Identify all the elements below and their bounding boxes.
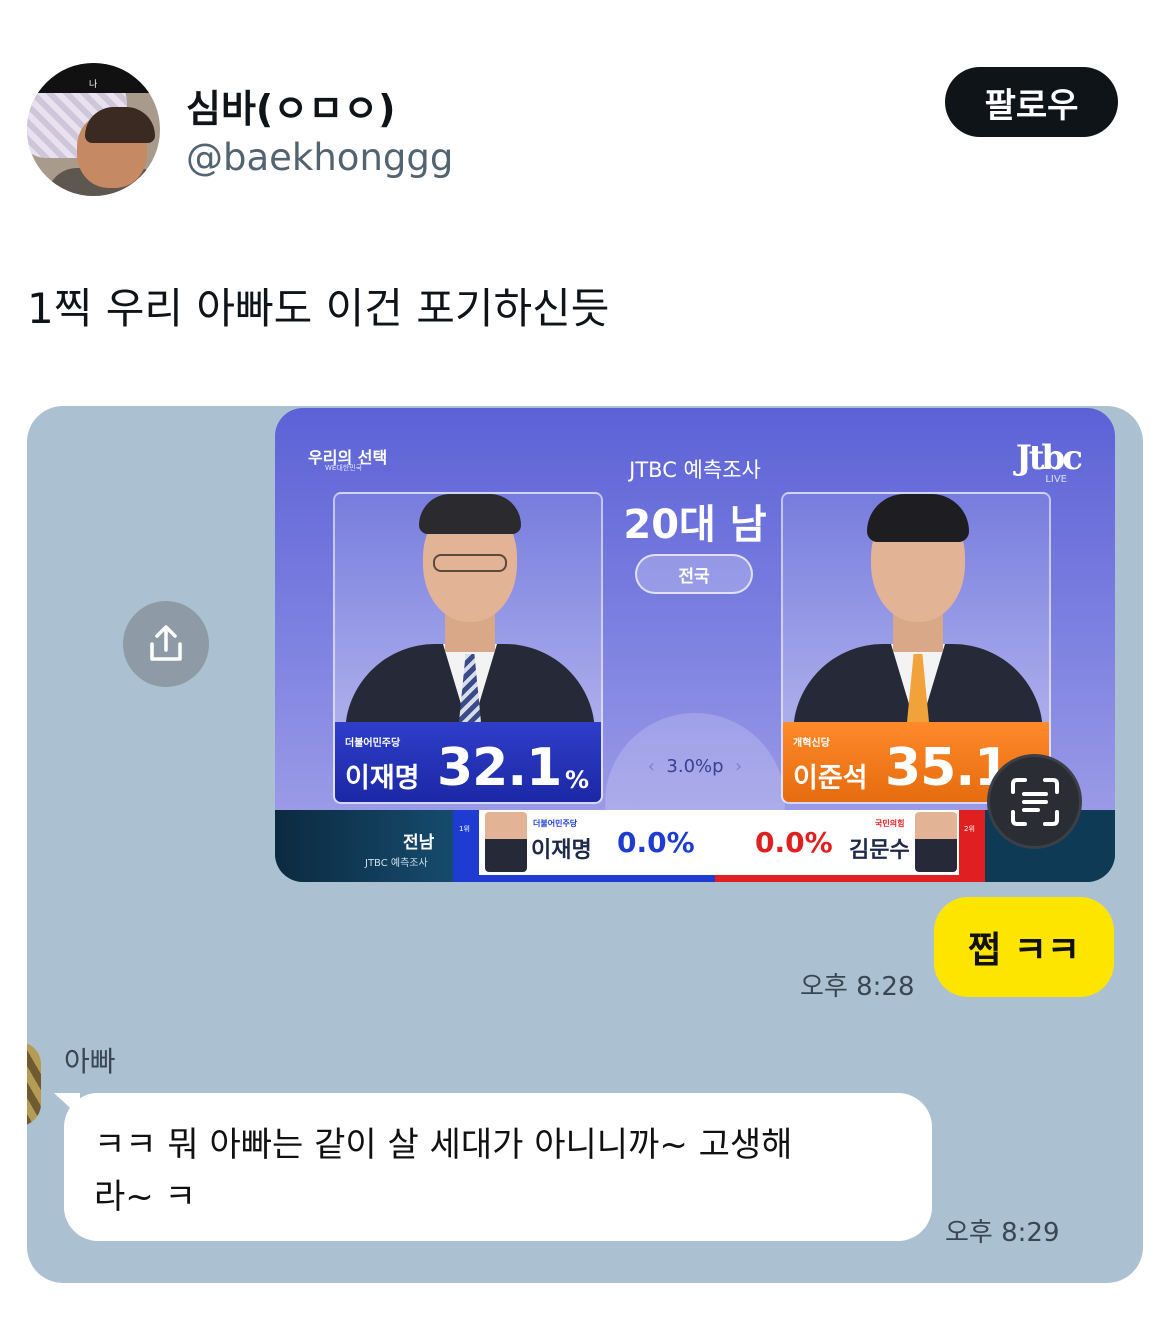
candidate-percent-unit: % — [565, 766, 590, 794]
candidate-banner-left: 더불어민주당 이재명 32.1 % — [335, 722, 601, 802]
candidate-percent: 32.1 — [437, 738, 562, 798]
results-ticker: 전남 JTBC 예측조사 1위 더불어민주당 이재명 0.0% 0.0% 국민의… — [275, 810, 1115, 882]
ticker-region: 전남 JTBC 예측조사 — [275, 810, 453, 882]
ticker-party: 더불어민주당 — [533, 819, 578, 828]
user-display-name[interactable]: 심바(ㅇㅁㅇ) — [186, 78, 396, 133]
follow-button[interactable]: 팔로우 — [945, 67, 1118, 137]
ticker-photo — [915, 812, 957, 872]
ticker-party: 국민의힘 — [875, 819, 905, 828]
region-pill: 전국 — [635, 554, 753, 594]
ticker-region-name: 전남 — [403, 833, 435, 853]
ticker-rank: 2위 — [964, 825, 975, 833]
sender-avatar — [27, 1042, 41, 1126]
user-avatar[interactable]: 나 — [27, 63, 160, 196]
ticker-candidate-right: 0.0% 국민의힘 김문수 2위 — [715, 810, 985, 882]
candidate-name: 이준석 — [793, 763, 868, 794]
scan-text-button[interactable] — [987, 754, 1082, 849]
ticker-rank: 1위 — [459, 825, 470, 833]
chat-bubble-received: ㅋㅋ 뭐 아빠는 같이 살 세대가 아니니까~ 고생해 라~ ㅋ — [64, 1093, 932, 1241]
candidate-card-right: 개혁신당 이준석 35.1 — [781, 492, 1051, 804]
scan-text-icon — [1010, 777, 1059, 826]
chat-time-mine: 오후 8:28 — [800, 972, 915, 1002]
chat-time-received: 오후 8:29 — [945, 1218, 1060, 1248]
chat-bubble-mine: 쩝 ㅋㅋ — [934, 897, 1114, 997]
ticker-region-sub: JTBC 예측조사 — [365, 858, 428, 869]
share-icon — [150, 625, 182, 661]
user-handle[interactable]: @baekhonggg — [186, 136, 453, 179]
gap-value: 3.0%p — [666, 756, 724, 777]
chat-message-line: ㅋㅋ 뭐 아빠는 같이 살 세대가 아니니까~ 고생해 — [94, 1125, 793, 1165]
chat-message-line: 라~ ㅋ — [94, 1177, 196, 1217]
ticker-photo — [485, 812, 527, 872]
sender-name: 아빠 — [64, 1045, 116, 1078]
chevron-left-icon: ‹ — [647, 756, 655, 777]
poll-title: JTBC 예측조사 — [629, 458, 761, 482]
candidate-card-left: 더불어민주당 이재명 32.1 % — [333, 492, 603, 804]
ticker-percent: 0.0% — [617, 826, 695, 859]
avatar-tag: 나 — [89, 80, 98, 90]
tweet-media-image[interactable]: 우리의 선택 WE대한민국 Jtbc LIVE JTBC 예측조사 20대 남 … — [27, 406, 1143, 1283]
ticker-candidate-left: 1위 더불어민주당 이재명 0.0% — [453, 810, 715, 882]
tweet-text: 1찍 우리 아빠도 이건 포기하신듯 — [27, 284, 610, 333]
share-button[interactable] — [123, 601, 209, 687]
ticker-percent: 0.0% — [755, 826, 833, 859]
chevron-right-icon: › — [735, 756, 743, 777]
ticker-name: 이재명 — [531, 838, 592, 863]
ticker-name: 김문수 — [849, 838, 910, 863]
candidate-name: 이재명 — [345, 763, 420, 794]
